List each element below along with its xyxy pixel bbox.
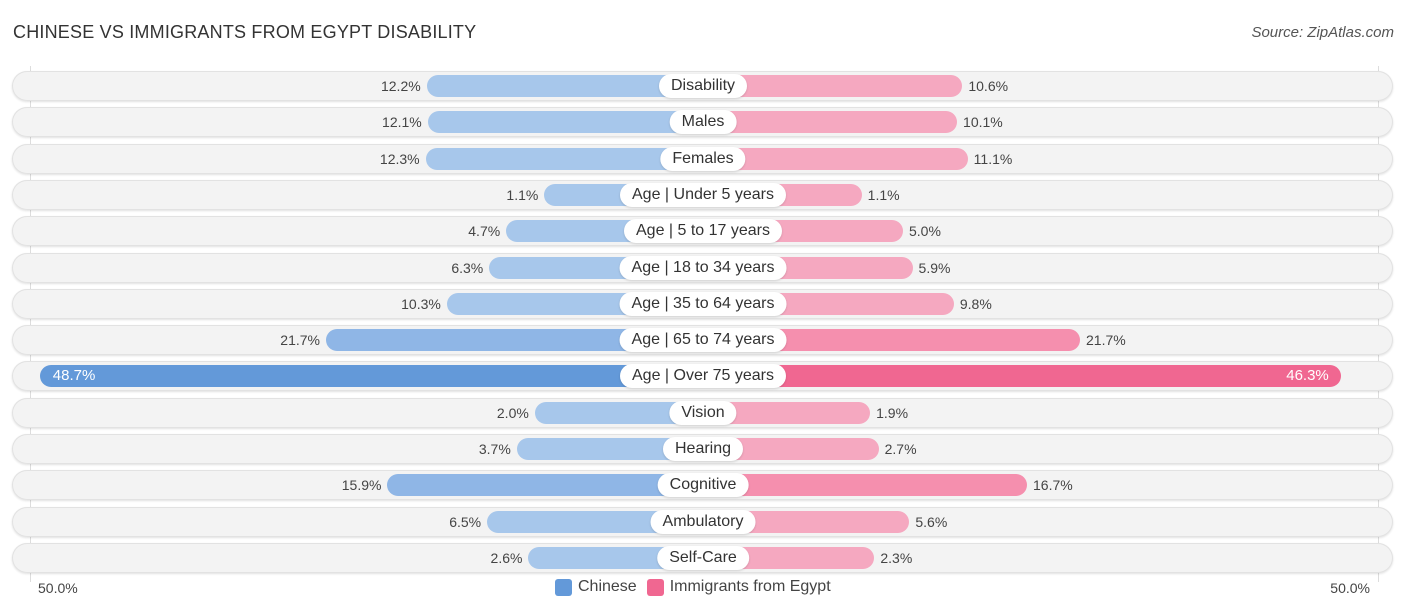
value-label-egypt: 2.7%: [884, 441, 917, 457]
category-label: Age | 65 to 74 years: [619, 328, 787, 353]
value-label-egypt: 5.0%: [909, 223, 941, 240]
value-label-egypt: 21.7%: [1086, 332, 1126, 349]
value-label-egypt: 16.7%: [1033, 477, 1073, 494]
value-label-egypt: 11.1%: [973, 150, 1013, 167]
value-label-chinese: 3.7%: [478, 441, 511, 457]
legend-label-chinese: Chinese: [578, 578, 637, 595]
value-label-chinese: 12.1%: [382, 114, 422, 131]
value-label-chinese: 4.7%: [468, 223, 501, 240]
bar-egypt: [703, 474, 1028, 497]
bar-chinese: [387, 474, 703, 497]
value-label-egypt: 5.9%: [918, 259, 951, 276]
value-label-egypt: 10.1%: [963, 114, 1003, 131]
category-label: Age | Over 75 years: [620, 364, 786, 389]
category-label: Age | 35 to 64 years: [619, 291, 787, 316]
legend-label-egypt: Immigrants from Egypt: [669, 578, 831, 595]
legend-swatch-chinese: [555, 578, 572, 596]
category-label: Males: [669, 110, 737, 135]
category-label: Cognitive: [657, 473, 749, 498]
bar-egypt: [703, 365, 1341, 388]
value-label-egypt: 1.9%: [876, 404, 909, 421]
legend-item-chinese: Chinese: [555, 578, 637, 596]
value-label-egypt: 2.3%: [880, 549, 913, 566]
value-label-chinese: 1.1%: [506, 186, 539, 203]
category-label: Age | 18 to 34 years: [619, 255, 787, 280]
category-label: Females: [660, 146, 746, 171]
legend-item-egypt: Immigrants from Egypt: [646, 578, 831, 596]
axis-max-label: 50.0%: [1330, 580, 1370, 596]
category-label: Hearing: [662, 437, 744, 461]
value-label-chinese: 48.7%: [52, 367, 96, 385]
chart-title: CHINESE VS IMMIGRANTS FROM EGYPT DISABIL…: [13, 22, 477, 42]
source-credit: Source: ZipAtlas.com: [1251, 24, 1394, 41]
legend: Chinese Immigrants from Egypt: [555, 578, 841, 596]
category-label: Age | Under 5 years: [619, 182, 787, 207]
value-label-chinese: 6.5%: [449, 513, 482, 530]
legend-swatch-egypt: [646, 578, 664, 596]
bar-chinese: [427, 111, 703, 134]
category-label: Ambulatory: [650, 509, 756, 534]
category-label: Age | 5 to 17 years: [623, 219, 783, 244]
value-label-chinese: 15.9%: [341, 477, 382, 494]
axis-min-label: 50.0%: [38, 580, 78, 596]
category-label: Disability: [658, 74, 748, 98]
category-label: Vision: [669, 400, 737, 425]
bar-chinese: [39, 365, 703, 388]
category-label: Self-Care: [657, 545, 749, 570]
value-label-chinese: 10.3%: [401, 295, 441, 312]
value-label-chinese: 2.6%: [490, 549, 523, 566]
value-label-chinese: 6.3%: [451, 259, 484, 276]
value-label-chinese: 21.7%: [280, 332, 320, 349]
value-label-egypt: 5.6%: [915, 513, 948, 530]
value-label-chinese: 2.0%: [496, 404, 529, 421]
value-label-egypt: 1.1%: [867, 186, 900, 203]
value-label-chinese: 12.3%: [379, 150, 420, 167]
value-label-chinese: 12.2%: [380, 78, 421, 94]
value-label-egypt: 10.6%: [968, 78, 1009, 94]
value-label-egypt: 46.3%: [1286, 367, 1329, 385]
bar-egypt: [703, 111, 958, 134]
value-label-egypt: 9.8%: [959, 295, 992, 312]
